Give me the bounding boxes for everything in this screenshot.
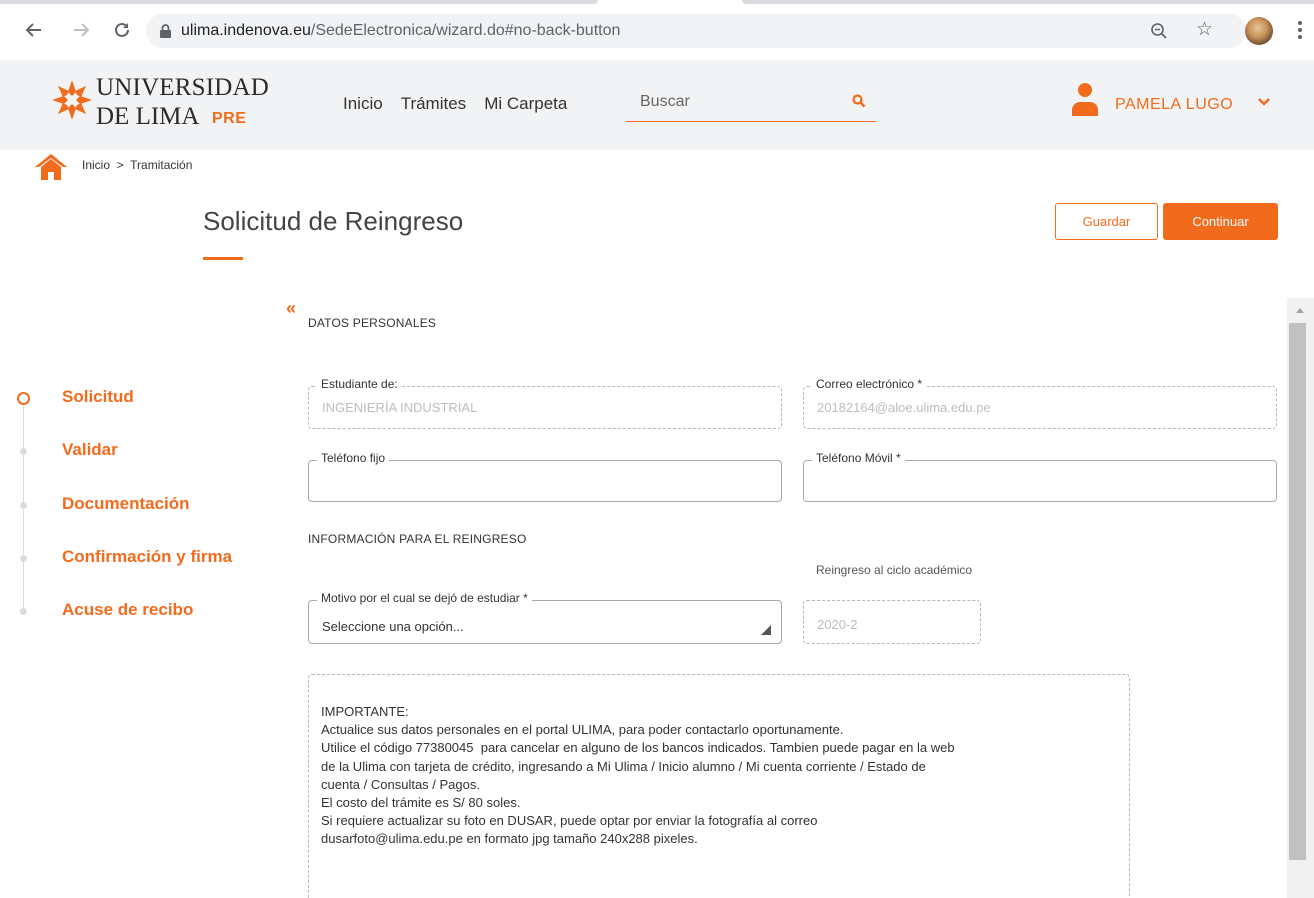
notice-line: IMPORTANTE: [321, 704, 409, 719]
step-acuse[interactable]: Acuse de recibo [0, 598, 280, 628]
step-label: Confirmación y firma [62, 547, 233, 566]
estudiante-value: INGENIERÍA INDUSTRIAL [322, 400, 478, 415]
university-logo[interactable]: UNIVERSIDAD DE LIMA PRE [50, 70, 280, 130]
nav-tramites[interactable]: Trámites [401, 94, 467, 114]
continue-button[interactable]: Continuar [1163, 203, 1278, 240]
step-indicator [20, 502, 27, 509]
address-bar[interactable]: ulima.indenova.eu/SedeElectronica/wizard… [146, 14, 1246, 48]
user-name: PAMELA LUGO [1115, 96, 1234, 113]
step-indicator [20, 555, 27, 562]
motivo-select[interactable]: Motivo por el cual se dejó de estudiar *… [308, 591, 782, 644]
title-underline [203, 257, 243, 260]
step-confirmacion[interactable]: Confirmación y firma [0, 545, 280, 575]
notice-line: El costo del trámite es S/ 80 soles. [321, 795, 521, 811]
step-indicator [20, 608, 27, 615]
step-active-indicator [17, 392, 30, 405]
url-text: ulima.indenova.eu/SedeElectronica/wizard… [181, 22, 621, 39]
telefono-fijo-field[interactable]: Teléfono fijo [308, 451, 782, 502]
logo-badge: PRE [212, 110, 247, 127]
section-datos-personales: DATOS PERSONALES [308, 316, 437, 330]
user-icon [1070, 82, 1100, 121]
notice-line: cuenta / Consultas / Pagos. [321, 776, 480, 792]
star-logo-icon [52, 80, 92, 120]
telefono-fijo-label: Teléfono fijo [317, 451, 390, 465]
telefono-movil-field[interactable]: Teléfono Móvil * [803, 451, 1277, 502]
reingreso-field: 2020-2 [803, 600, 981, 644]
step-solicitud[interactable]: Solicitud [0, 385, 280, 415]
reload-icon[interactable] [110, 18, 134, 42]
scroll-up-icon[interactable] [1296, 308, 1304, 313]
bookmark-star-icon[interactable]: ☆ [1196, 20, 1213, 40]
reingreso-label: Reingreso al ciclo académico [816, 563, 973, 577]
search-input[interactable]: Buscar [626, 90, 876, 122]
search-icon[interactable] [852, 94, 866, 113]
step-documentacion[interactable]: Documentación [0, 492, 280, 522]
page-title: Solicitud de Reingreso [203, 206, 464, 236]
email-value: 20182164@aloe.ulima.edu.pe [817, 400, 991, 415]
email-label: Correo electrónico * [812, 377, 927, 391]
motivo-label: Motivo por el cual se dejó de estudiar * [317, 591, 532, 605]
browser-toolbar: ulima.indenova.eu/SedeElectronica/wizard… [0, 0, 1314, 60]
scrollbar-thumb[interactable] [1289, 323, 1306, 860]
estudiante-field: Estudiante de: INGENIERÍA INDUSTRIAL [308, 377, 782, 429]
home-icon[interactable] [35, 154, 67, 185]
notice-body: IMPORTANTE: Actualice sus datos personal… [321, 703, 1121, 849]
step-indicator [20, 448, 27, 455]
collapse-sidebar-icon[interactable]: « [286, 299, 296, 317]
dropdown-caret-icon [761, 625, 771, 635]
notice-line: Si requiere actualizar su foto en DUSAR,… [321, 813, 818, 829]
step-label: Solicitud [62, 387, 134, 406]
chevron-down-icon[interactable] [1257, 94, 1271, 112]
important-notice: IMPORTANTE: Actualice sus datos personal… [308, 674, 1130, 898]
search-placeholder: Buscar [640, 93, 690, 110]
zoom-icon[interactable] [1150, 22, 1168, 45]
back-arrow-icon[interactable] [22, 18, 46, 42]
profile-avatar[interactable] [1245, 17, 1273, 45]
step-label: Acuse de recibo [62, 600, 194, 619]
scrollbar[interactable] [1287, 298, 1314, 898]
notice-line: Actualice sus datos personales en el por… [321, 722, 844, 738]
step-label: Documentación [62, 494, 190, 513]
estudiante-label: Estudiante de: [317, 377, 402, 391]
logo-line-2: DE LIMA [96, 103, 200, 130]
motivo-value: Seleccione una opción... [322, 619, 464, 634]
wizard-stepper: Solicitud Validar Documentación Confirma… [0, 380, 280, 620]
tab-strip [0, 0, 1314, 5]
main-nav: Inicio Trámites Mi Carpeta [343, 94, 585, 114]
logo-line-1: UNIVERSIDAD [96, 74, 270, 101]
forward-arrow-icon[interactable] [69, 18, 93, 42]
breadcrumb-text[interactable]: Inicio > Tramitación [82, 158, 192, 172]
lock-icon [160, 24, 171, 43]
section-informacion-reingreso: INFORMACIÓN PARA EL REINGRESO [308, 532, 527, 546]
nav-inicio[interactable]: Inicio [343, 94, 383, 114]
browser-menu-icon[interactable] [1294, 18, 1306, 42]
notice-line: dusarfoto@ulima.edu.pe en formato jpg ta… [321, 831, 698, 847]
email-field: Correo electrónico * 20182164@aloe.ulima… [803, 377, 1277, 429]
step-label: Validar [62, 440, 118, 459]
nav-mi-carpeta[interactable]: Mi Carpeta [484, 94, 567, 114]
step-validar[interactable]: Validar [0, 438, 280, 468]
telefono-movil-label: Teléfono Móvil * [812, 451, 905, 465]
reingreso-value: 2020-2 [817, 617, 858, 632]
save-button[interactable]: Guardar [1055, 203, 1158, 240]
notice-line: Utilice el código 77380045 para cancelar… [321, 740, 955, 756]
notice-line: de la Ulima con tarjeta de crédito, ingr… [321, 758, 926, 774]
site-header: UNIVERSIDAD DE LIMA PRE Inicio Trámites … [0, 60, 1314, 150]
